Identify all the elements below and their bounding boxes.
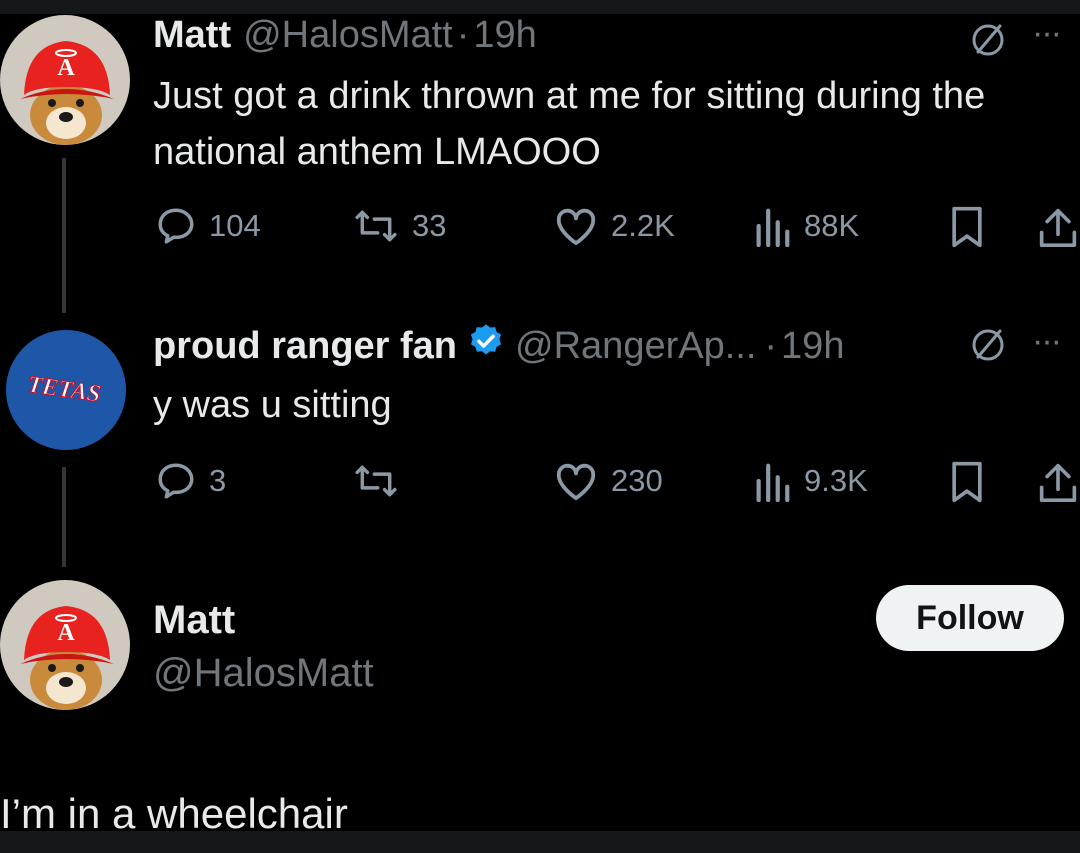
thread-connector-line <box>62 158 66 313</box>
reply-icon <box>158 208 194 244</box>
svg-text:A: A <box>57 620 75 646</box>
follow-button[interactable]: Follow <box>876 585 1064 651</box>
views-count: 9.3K <box>804 463 868 498</box>
bookmark-button[interactable] <box>948 460 986 504</box>
thread-connector-line <box>62 467 66 567</box>
profile-name[interactable]: Matt <box>153 598 235 643</box>
screenshot-bottom-border <box>0 831 1080 853</box>
profile-handle[interactable]: @HalosMatt <box>153 651 374 696</box>
repost-button[interactable] <box>352 460 412 502</box>
views-button[interactable]: 88K <box>752 205 859 247</box>
repost-button[interactable]: 33 <box>352 205 446 247</box>
repost-icon <box>355 465 397 497</box>
bookmark-icon <box>952 461 982 503</box>
share-button[interactable] <box>1038 460 1078 504</box>
separator-dot: · <box>764 324 778 367</box>
like-count: 2.2K <box>611 208 675 243</box>
svg-text:A: A <box>57 55 75 81</box>
views-button[interactable]: 9.3K <box>752 460 868 502</box>
screenshot-top-border <box>0 0 1080 14</box>
tweet-text: y was u sitting <box>153 384 392 426</box>
reply-count: 104 <box>209 208 261 243</box>
like-count: 230 <box>611 463 663 498</box>
views-count: 88K <box>804 208 860 243</box>
separator-dot: · <box>456 14 470 56</box>
grok-icon[interactable] <box>968 325 1008 370</box>
tweet-header: proud ranger fan @RangerAp... · 19h <box>153 322 844 370</box>
views-chart-icon <box>756 208 790 247</box>
reply-button[interactable]: 104 <box>155 205 261 247</box>
author-handle[interactable]: @HalosMatt <box>243 14 453 57</box>
dog-angels-cap-avatar[interactable]: A <box>0 580 130 710</box>
reply-icon <box>158 463 194 499</box>
reply-count: 3 <box>209 463 227 498</box>
like-button[interactable]: 2.2K <box>553 205 675 247</box>
author-name[interactable]: Matt <box>153 14 231 57</box>
author-name[interactable]: proud ranger fan <box>153 325 457 368</box>
tweet-text: Just got a drink thrown at me for sittin… <box>153 75 986 173</box>
heart-icon <box>556 208 596 246</box>
share-icon <box>1039 463 1077 502</box>
tweet-time[interactable]: 19h <box>781 325 844 368</box>
share-icon <box>1039 208 1077 247</box>
more-options-icon[interactable]: ··· <box>1032 322 1062 361</box>
grok-icon[interactable] <box>968 20 1008 65</box>
tweet-time[interactable]: 19h <box>473 14 536 57</box>
like-button[interactable]: 230 <box>553 460 663 502</box>
tweet-header: Matt @HalosMatt · 19h <box>153 14 537 57</box>
verified-badge-icon <box>467 322 505 370</box>
texas-rangers-logo-avatar[interactable]: TETAS <box>0 325 130 455</box>
repost-icon <box>355 210 397 242</box>
bookmark-button[interactable] <box>948 205 986 249</box>
heart-icon <box>556 463 596 501</box>
more-options-icon[interactable]: ··· <box>1032 14 1062 53</box>
share-button[interactable] <box>1038 205 1078 249</box>
views-chart-icon <box>756 463 790 502</box>
bookmark-icon <box>952 206 982 248</box>
dog-angels-cap-avatar[interactable]: A <box>0 15 130 145</box>
repost-count: 33 <box>412 208 447 243</box>
author-handle[interactable]: @RangerAp... <box>515 325 756 368</box>
reply-button[interactable]: 3 <box>155 460 226 502</box>
